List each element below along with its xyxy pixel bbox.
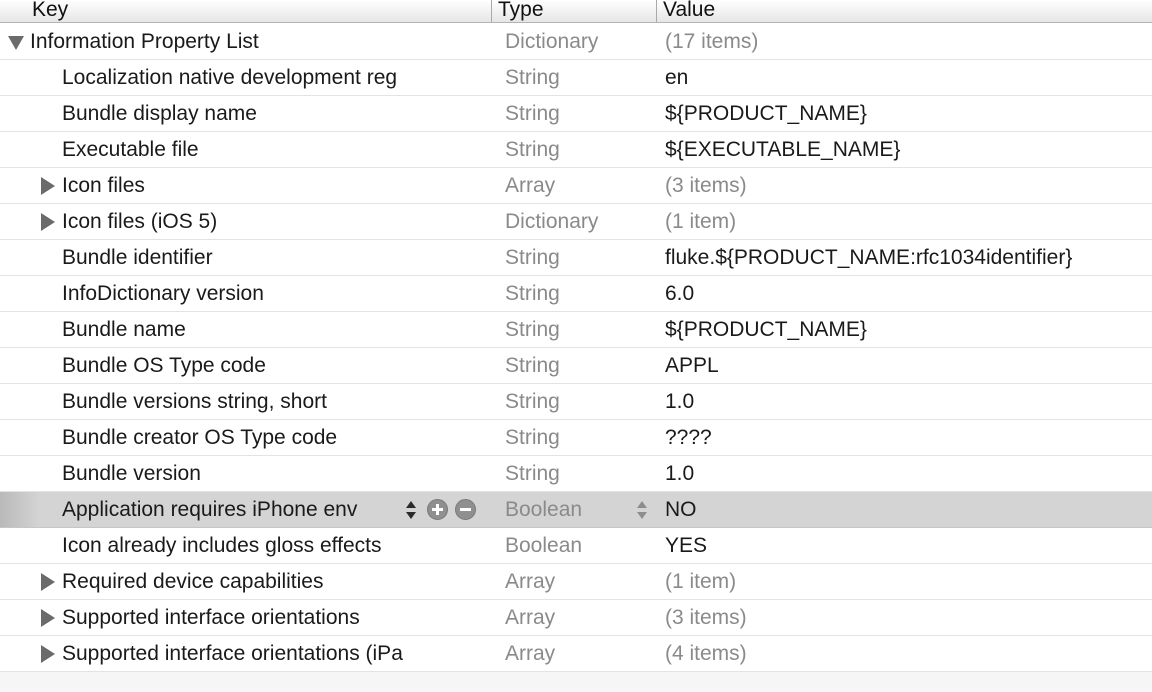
row-value[interactable]: APPL xyxy=(665,348,1145,383)
disclosure-triangle-right-icon[interactable] xyxy=(41,645,55,663)
row-type: String xyxy=(505,138,560,161)
row-value[interactable]: 1.0 xyxy=(665,456,1145,491)
row-value[interactable]: fluke.${PRODUCT_NAME:rfc1034identifier} xyxy=(665,240,1145,275)
row-type: Dictionary xyxy=(505,210,599,233)
row-value[interactable]: ${EXECUTABLE_NAME} xyxy=(665,132,1145,167)
row-value[interactable]: YES xyxy=(665,528,1145,563)
row-key: Bundle identifier xyxy=(62,246,213,269)
table-row[interactable]: Supported interface orientations Array (… xyxy=(0,600,1152,636)
row-type: String xyxy=(505,426,560,449)
row-value: (4 items) xyxy=(665,642,747,665)
table-row[interactable]: Bundle display name String ${PRODUCT_NAM… xyxy=(0,96,1152,132)
table-row[interactable]: Required device capabilities Array (1 it… xyxy=(0,564,1152,600)
row-key: Executable file xyxy=(62,138,199,161)
value-column-header[interactable]: Value xyxy=(663,0,715,22)
row-key: Bundle OS Type code xyxy=(62,354,266,377)
property-list: Information Property List Dictionary (17… xyxy=(0,24,1152,672)
row-key: Supported interface orientations (iPa xyxy=(62,642,403,665)
row-key: Supported interface orientations xyxy=(62,606,360,629)
selection-highlight xyxy=(0,492,40,527)
row-key: Bundle name xyxy=(62,318,186,341)
row-key: Bundle creator OS Type code xyxy=(62,426,338,449)
type-column-header[interactable]: Type xyxy=(498,0,544,22)
row-type: String xyxy=(505,390,560,413)
row-value[interactable]: ${PRODUCT_NAME} xyxy=(665,96,1145,131)
column-divider[interactable] xyxy=(656,0,657,22)
row-key[interactable]: Application requires iPhone env xyxy=(62,492,404,527)
disclosure-triangle-right-icon[interactable] xyxy=(41,573,55,591)
row-type: Array xyxy=(505,174,556,197)
up-down-stepper-icon[interactable] xyxy=(637,498,647,522)
up-down-stepper-icon[interactable] xyxy=(406,498,416,522)
row-type: Array xyxy=(505,570,556,593)
row-value: (3 items) xyxy=(665,606,747,629)
disclosure-triangle-right-icon[interactable] xyxy=(41,213,55,231)
column-header: Key Type Value xyxy=(0,0,1152,23)
row-value[interactable]: ???? xyxy=(665,420,1145,455)
table-row[interactable]: Localization native development reg Stri… xyxy=(0,60,1152,96)
row-key: Icon files xyxy=(62,174,145,197)
table-row[interactable]: Supported interface orientations (iPa Ar… xyxy=(0,636,1152,672)
table-row-root[interactable]: Information Property List Dictionary (17… xyxy=(0,24,1152,60)
disclosure-triangle-right-icon[interactable] xyxy=(41,609,55,627)
key-column-header[interactable]: Key xyxy=(32,0,68,22)
disclosure-triangle-down-icon[interactable] xyxy=(8,36,24,50)
row-type: String xyxy=(505,102,560,125)
table-row[interactable]: InfoDictionary version String 6.0 xyxy=(0,276,1152,312)
row-type: Dictionary xyxy=(505,30,599,53)
row-value: (17 items) xyxy=(665,30,759,53)
row-type: Array xyxy=(505,606,556,629)
row-value[interactable]: 6.0 xyxy=(665,276,1145,311)
row-key: Bundle version xyxy=(62,462,201,485)
table-row[interactable]: Bundle identifier String fluke.${PRODUCT… xyxy=(0,240,1152,276)
table-row[interactable]: Icon already includes gloss effects Bool… xyxy=(0,528,1152,564)
row-type: Array xyxy=(505,642,556,665)
row-key: Bundle display name xyxy=(62,102,257,125)
table-row-selected[interactable]: Application requires iPhone env Boolean … xyxy=(0,492,1152,528)
row-key: Required device capabilities xyxy=(62,570,324,593)
row-key: Bundle versions string, short xyxy=(62,390,327,413)
row-value[interactable]: en xyxy=(665,60,1145,95)
table-row[interactable]: Bundle name String ${PRODUCT_NAME} xyxy=(0,312,1152,348)
table-row[interactable]: Bundle OS Type code String APPL xyxy=(0,348,1152,384)
column-divider[interactable] xyxy=(491,0,492,22)
table-row[interactable]: Bundle creator OS Type code String ???? xyxy=(0,420,1152,456)
row-type: String xyxy=(505,318,560,341)
table-row[interactable]: Icon files Array (3 items) xyxy=(0,168,1152,204)
disclosure-triangle-right-icon[interactable] xyxy=(41,177,55,195)
table-row[interactable]: Executable file String ${EXECUTABLE_NAME… xyxy=(0,132,1152,168)
table-row[interactable]: Bundle version String 1.0 xyxy=(0,456,1152,492)
row-type: String xyxy=(505,246,560,269)
row-value: (3 items) xyxy=(665,174,747,197)
row-type: Boolean xyxy=(505,534,583,557)
row-value[interactable]: NO xyxy=(665,492,1145,527)
row-value: (1 item) xyxy=(665,570,737,593)
table-row[interactable]: Icon files (iOS 5) Dictionary (1 item) xyxy=(0,204,1152,240)
row-value[interactable]: ${PRODUCT_NAME} xyxy=(665,312,1145,347)
row-key: Localization native development reg xyxy=(62,66,398,89)
empty-area xyxy=(0,672,1152,692)
table-row[interactable]: Bundle versions string, short String 1.0 xyxy=(0,384,1152,420)
row-key: Icon already includes gloss effects xyxy=(62,534,382,557)
row-type[interactable]: Boolean xyxy=(505,492,635,527)
row-type: String xyxy=(505,282,560,305)
row-value: (1 item) xyxy=(665,210,737,233)
row-key: Information Property List xyxy=(30,30,259,53)
row-key: Icon files (iOS 5) xyxy=(62,210,218,233)
row-key: InfoDictionary version xyxy=(62,282,264,305)
row-type: String xyxy=(505,354,560,377)
row-value[interactable]: 1.0 xyxy=(665,384,1145,419)
plist-editor: Key Type Value Information Property List… xyxy=(0,0,1152,692)
row-type: String xyxy=(505,66,560,89)
row-type: String xyxy=(505,462,560,485)
minus-circle-icon[interactable] xyxy=(455,499,476,520)
plus-circle-icon[interactable] xyxy=(427,499,448,520)
